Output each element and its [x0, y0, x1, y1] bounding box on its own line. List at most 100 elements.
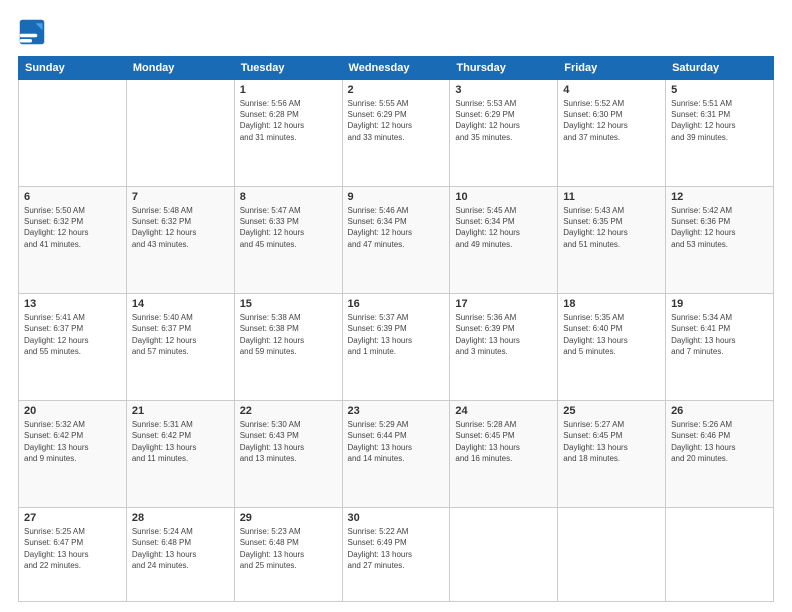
calendar-cell: 29 Sunrise: 5:23 AM Sunset: 6:48 PM Dayli… — [234, 508, 342, 602]
calendar-cell: 6 Sunrise: 5:50 AM Sunset: 6:32 PM Daylig… — [19, 187, 127, 294]
weekday-header-thursday: Thursday — [450, 57, 558, 80]
day-number: 4 — [563, 84, 660, 96]
calendar-week-5: 27 Sunrise: 5:25 AM Sunset: 6:47 PM Dayli… — [19, 508, 774, 602]
day-info: Sunrise: 5:50 AM Sunset: 6:32 PM Dayligh… — [24, 205, 121, 250]
day-number: 2 — [348, 84, 445, 96]
day-info: Sunrise: 5:29 AM Sunset: 6:44 PM Dayligh… — [348, 419, 445, 464]
weekday-header-tuesday: Tuesday — [234, 57, 342, 80]
day-info: Sunrise: 5:27 AM Sunset: 6:45 PM Dayligh… — [563, 419, 660, 464]
day-info: Sunrise: 5:36 AM Sunset: 6:39 PM Dayligh… — [455, 312, 552, 357]
day-info: Sunrise: 5:45 AM Sunset: 6:34 PM Dayligh… — [455, 205, 552, 250]
calendar-cell: 3Sunrise: 5:53 AM Sunset: 6:29 PM Daylig… — [450, 80, 558, 187]
day-number: 22 — [240, 405, 337, 417]
weekday-header-row: SundayMondayTuesdayWednesdayThursdayFrid… — [19, 57, 774, 80]
day-info: Sunrise: 5:52 AM Sunset: 6:30 PM Dayligh… — [563, 98, 660, 143]
calendar-cell: 13 Sunrise: 5:41 AM Sunset: 6:37 PM Dayli… — [19, 294, 127, 401]
calendar-cell: 20 Sunrise: 5:32 AM Sunset: 6:42 PM Dayli… — [19, 401, 127, 508]
calendar-cell: 10 Sunrise: 5:45 AM Sunset: 6:34 PM Dayli… — [450, 187, 558, 294]
day-info: Sunrise: 5:31 AM Sunset: 6:42 PM Dayligh… — [132, 419, 229, 464]
header — [18, 18, 774, 46]
day-info: Sunrise: 5:25 AM Sunset: 6:47 PM Dayligh… — [24, 526, 121, 571]
day-info: Sunrise: 5:35 AM Sunset: 6:40 PM Dayligh… — [563, 312, 660, 357]
calendar-cell: 27 Sunrise: 5:25 AM Sunset: 6:47 PM Dayli… — [19, 508, 127, 602]
weekday-header-sunday: Sunday — [19, 57, 127, 80]
day-number: 23 — [348, 405, 445, 417]
calendar-week-3: 13 Sunrise: 5:41 AM Sunset: 6:37 PM Dayli… — [19, 294, 774, 401]
day-number: 21 — [132, 405, 229, 417]
calendar-cell: 8 Sunrise: 5:47 AM Sunset: 6:33 PM Daylig… — [234, 187, 342, 294]
calendar-table: SundayMondayTuesdayWednesdayThursdayFrid… — [18, 56, 774, 602]
calendar-cell: 14 Sunrise: 5:40 AM Sunset: 6:37 PM Dayli… — [126, 294, 234, 401]
day-info: Sunrise: 5:40 AM Sunset: 6:37 PM Dayligh… — [132, 312, 229, 357]
day-info: Sunrise: 5:46 AM Sunset: 6:34 PM Dayligh… — [348, 205, 445, 250]
day-info: Sunrise: 5:24 AM Sunset: 6:48 PM Dayligh… — [132, 526, 229, 571]
day-info: Sunrise: 5:30 AM Sunset: 6:43 PM Dayligh… — [240, 419, 337, 464]
calendar-cell: 28 Sunrise: 5:24 AM Sunset: 6:48 PM Dayli… — [126, 508, 234, 602]
day-info: Sunrise: 5:42 AM Sunset: 6:36 PM Dayligh… — [671, 205, 768, 250]
day-number: 30 — [348, 512, 445, 524]
day-number: 18 — [563, 298, 660, 310]
day-info: Sunrise: 5:38 AM Sunset: 6:38 PM Dayligh… — [240, 312, 337, 357]
calendar-cell: 25 Sunrise: 5:27 AM Sunset: 6:45 PM Dayli… — [558, 401, 666, 508]
calendar-cell: 17 Sunrise: 5:36 AM Sunset: 6:39 PM Dayli… — [450, 294, 558, 401]
day-info: Sunrise: 5:48 AM Sunset: 6:32 PM Dayligh… — [132, 205, 229, 250]
day-info: Sunrise: 5:32 AM Sunset: 6:42 PM Dayligh… — [24, 419, 121, 464]
day-number: 8 — [240, 191, 337, 203]
day-number: 10 — [455, 191, 552, 203]
day-number: 7 — [132, 191, 229, 203]
weekday-header-monday: Monday — [126, 57, 234, 80]
calendar-cell: 12 Sunrise: 5:42 AM Sunset: 6:36 PM Dayli… — [666, 187, 774, 294]
day-number: 9 — [348, 191, 445, 203]
day-number: 13 — [24, 298, 121, 310]
day-info: Sunrise: 5:23 AM Sunset: 6:48 PM Dayligh… — [240, 526, 337, 571]
calendar-cell: 7 Sunrise: 5:48 AM Sunset: 6:32 PM Daylig… — [126, 187, 234, 294]
day-info: Sunrise: 5:26 AM Sunset: 6:46 PM Dayligh… — [671, 419, 768, 464]
day-info: Sunrise: 5:28 AM Sunset: 6:45 PM Dayligh… — [455, 419, 552, 464]
day-number: 28 — [132, 512, 229, 524]
day-number: 1 — [240, 84, 337, 96]
day-number: 29 — [240, 512, 337, 524]
calendar-cell: 26 Sunrise: 5:26 AM Sunset: 6:46 PM Dayli… — [666, 401, 774, 508]
calendar-week-1: 1 Sunrise: 5:56 AM Sunset: 6:28 PM Daylig… — [19, 80, 774, 187]
calendar-cell — [19, 80, 127, 187]
calendar-cell: 1 Sunrise: 5:56 AM Sunset: 6:28 PM Daylig… — [234, 80, 342, 187]
weekday-header-friday: Friday — [558, 57, 666, 80]
day-number: 14 — [132, 298, 229, 310]
calendar-cell — [558, 508, 666, 602]
calendar-cell: 18 Sunrise: 5:35 AM Sunset: 6:40 PM Dayli… — [558, 294, 666, 401]
day-number: 19 — [671, 298, 768, 310]
day-number: 15 — [240, 298, 337, 310]
calendar-cell: 2 Sunrise: 5:55 AM Sunset: 6:29 PM Daylig… — [342, 80, 450, 187]
day-info: Sunrise: 5:53 AM Sunset: 6:29 PM Dayligh… — [455, 98, 552, 143]
calendar-cell: 4 Sunrise: 5:52 AM Sunset: 6:30 PM Daylig… — [558, 80, 666, 187]
calendar-cell: 30 Sunrise: 5:22 AM Sunset: 6:49 PM Dayli… — [342, 508, 450, 602]
day-number: 5 — [671, 84, 768, 96]
page: SundayMondayTuesdayWednesdayThursdayFrid… — [0, 0, 792, 612]
calendar-cell: 15 Sunrise: 5:38 AM Sunset: 6:38 PM Dayli… — [234, 294, 342, 401]
day-info: Sunrise: 5:55 AM Sunset: 6:29 PM Dayligh… — [348, 98, 445, 143]
calendar-cell: 21 Sunrise: 5:31 AM Sunset: 6:42 PM Dayli… — [126, 401, 234, 508]
day-number: 11 — [563, 191, 660, 203]
day-number: 25 — [563, 405, 660, 417]
calendar-cell — [450, 508, 558, 602]
calendar-cell: 9 Sunrise: 5:46 AM Sunset: 6:34 PM Daylig… — [342, 187, 450, 294]
day-info: Sunrise: 5:56 AM Sunset: 6:28 PM Dayligh… — [240, 98, 337, 143]
day-number: 27 — [24, 512, 121, 524]
day-number: 6 — [24, 191, 121, 203]
day-info: Sunrise: 5:41 AM Sunset: 6:37 PM Dayligh… — [24, 312, 121, 357]
logo-icon — [18, 18, 46, 46]
day-number: 12 — [671, 191, 768, 203]
calendar-cell: 24 Sunrise: 5:28 AM Sunset: 6:45 PM Dayli… — [450, 401, 558, 508]
logo — [18, 18, 50, 46]
day-number: 26 — [671, 405, 768, 417]
day-info: Sunrise: 5:34 AM Sunset: 6:41 PM Dayligh… — [671, 312, 768, 357]
calendar-cell: 19 Sunrise: 5:34 AM Sunset: 6:41 PM Dayli… — [666, 294, 774, 401]
day-number: 20 — [24, 405, 121, 417]
day-number: 24 — [455, 405, 552, 417]
day-info: Sunrise: 5:47 AM Sunset: 6:33 PM Dayligh… — [240, 205, 337, 250]
weekday-header-saturday: Saturday — [666, 57, 774, 80]
day-info: Sunrise: 5:22 AM Sunset: 6:49 PM Dayligh… — [348, 526, 445, 571]
day-number: 17 — [455, 298, 552, 310]
day-info: Sunrise: 5:37 AM Sunset: 6:39 PM Dayligh… — [348, 312, 445, 357]
calendar-cell: 16Sunrise: 5:37 AM Sunset: 6:39 PM Dayli… — [342, 294, 450, 401]
